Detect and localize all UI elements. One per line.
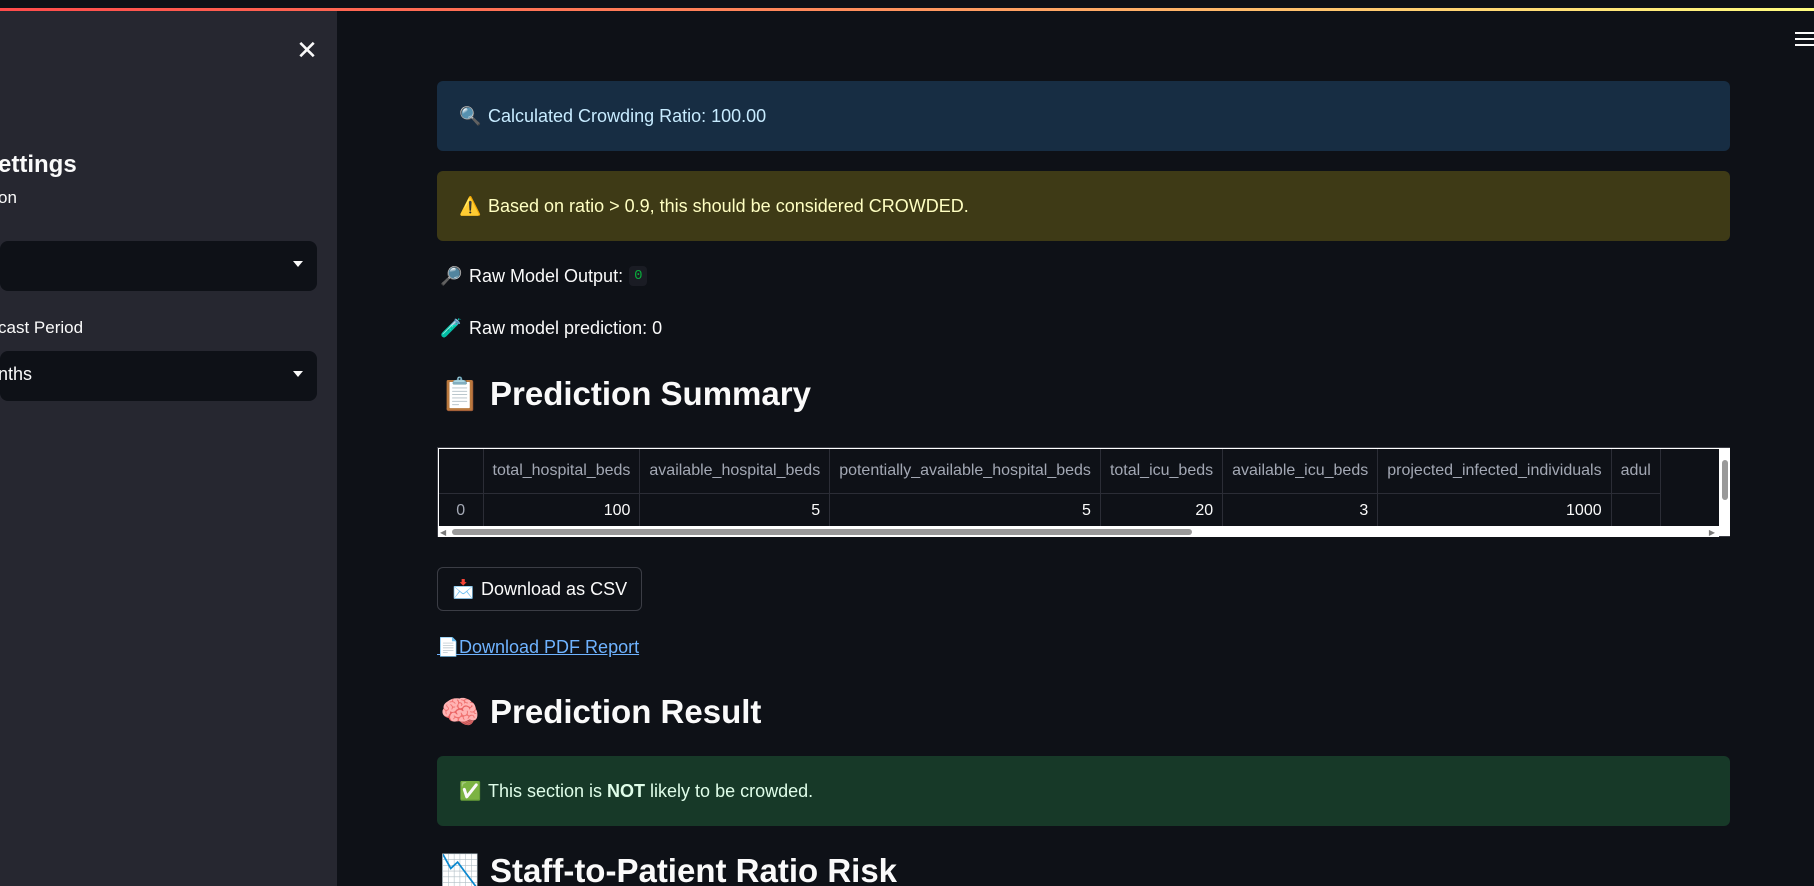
scroll-right-icon[interactable]: ▶: [1709, 528, 1715, 537]
table-row: 0 100 5 5 20 3 1000: [439, 493, 1661, 526]
raw-model-output: 🔎 Raw Model Output: 0: [440, 265, 648, 287]
horizontal-scroll-thumb[interactable]: [452, 529, 1192, 535]
table-header[interactable]: available_hospital_beds: [639, 449, 831, 494]
field2-value: nths: [0, 364, 33, 384]
chevron-down-icon: [293, 261, 303, 267]
forecast-period-select[interactable]: nths: [0, 351, 317, 401]
success-emphasis: NOT: [607, 780, 646, 801]
scroll-left-icon[interactable]: ◀: [440, 528, 446, 537]
success-suffix: likely to be crowded.: [645, 780, 814, 801]
staff-ratio-heading: 📉 Staff-to-Patient Ratio Risk: [440, 852, 897, 886]
success-prefix: This section is: [488, 780, 608, 801]
download-csv-button[interactable]: 📩 Download as CSV: [437, 567, 643, 611]
raw-output-value: 0: [629, 266, 648, 286]
chart-decreasing-icon: 📉: [440, 853, 480, 886]
success-alert-text: This section is NOT likely to be crowded…: [488, 781, 813, 802]
download-pdf-link[interactable]: 📄 Download PDF Report: [437, 636, 639, 658]
table-header[interactable]: total_icu_beds: [1100, 449, 1224, 494]
table-cell[interactable]: 20: [1100, 493, 1224, 526]
table-cell[interactable]: 100: [483, 493, 641, 526]
horizontal-scrollbar[interactable]: ◀ ▶: [438, 527, 1719, 537]
warning-icon: ⚠️: [459, 196, 482, 216]
table-cell-index[interactable]: 0: [439, 493, 484, 526]
vertical-scrollbar[interactable]: [1720, 448, 1730, 536]
close-sidebar-icon[interactable]: ✕: [296, 37, 318, 63]
chevron-down-icon: [293, 371, 303, 377]
download-pdf-label: Download PDF Report: [459, 636, 640, 657]
data-table: total_hospital_beds available_hospital_b…: [439, 449, 1661, 526]
table-header-index[interactable]: [439, 449, 484, 494]
table-cell[interactable]: 5: [829, 493, 1101, 526]
prediction-summary-title: Prediction Summary: [490, 375, 811, 412]
top-decoration-mask: [0, 0, 1814, 8]
document-icon: 📄: [437, 637, 460, 657]
check-icon: ✅: [459, 781, 482, 801]
table-header[interactable]: projected_infected_individuals: [1377, 449, 1612, 494]
not-crowded-success-alert: ✅ This section is NOT likely to be crowd…: [437, 756, 1730, 826]
sidebar-heading: ettings: [0, 151, 77, 178]
vertical-scroll-thumb[interactable]: [1722, 460, 1728, 500]
clipboard-icon: 📋: [440, 376, 480, 412]
prediction-result-heading: 🧠 Prediction Result: [440, 693, 761, 731]
sidebar: ✕ ettings on cast Period nths: [0, 11, 337, 886]
raw-output-label: Raw Model Output:: [469, 265, 624, 286]
prediction-summary-heading: 📋 Prediction Summary: [440, 375, 811, 413]
download-csv-label: Download as CSV: [481, 578, 628, 599]
main-menu-icon[interactable]: [1795, 32, 1814, 46]
table-header[interactable]: total_hospital_beds: [483, 449, 641, 494]
staff-ratio-title: Staff-to-Patient Ratio Risk: [490, 852, 898, 886]
table-header[interactable]: available_icu_beds: [1222, 449, 1379, 494]
table-cell[interactable]: 3: [1222, 493, 1379, 526]
warning-alert-text: Based on ratio > 0.9, this should be con…: [488, 195, 969, 216]
prediction-summary-table[interactable]: total_hospital_beds available_hospital_b…: [437, 447, 1730, 537]
magnifier-icon: 🔍: [459, 106, 482, 126]
test-tube-icon: 🧪: [440, 318, 463, 338]
table-header-row: total_hospital_beds available_hospital_b…: [439, 449, 1661, 494]
table-header[interactable]: potentially_available_hospital_beds: [829, 449, 1101, 494]
raw-model-prediction: 🧪 Raw model prediction: 0: [440, 317, 662, 339]
crowded-warning-alert: ⚠️ Based on ratio > 0.9, this should be …: [437, 171, 1730, 241]
table-cell[interactable]: 5: [639, 493, 831, 526]
inbox-icon: 📩: [452, 579, 475, 599]
info-alert-text: Calculated Crowding Ratio: 100.00: [488, 105, 767, 126]
crowding-ratio-info-alert: 🔍 Calculated Crowding Ratio: 100.00: [437, 81, 1730, 151]
table-viewport: total_hospital_beds available_hospital_b…: [439, 449, 1719, 526]
raw-prediction-text: Raw model prediction: 0: [469, 317, 663, 338]
brain-icon: 🧠: [440, 694, 480, 730]
table-header[interactable]: adul: [1611, 449, 1661, 494]
table-cell[interactable]: 1000: [1377, 493, 1612, 526]
magnifier-right-icon: 🔎: [440, 266, 463, 286]
prediction-result-title: Prediction Result: [490, 693, 762, 730]
table-cell[interactable]: [1611, 493, 1661, 526]
field1-label: on: [0, 188, 17, 207]
field2-label: cast Period: [0, 318, 84, 337]
field1-select[interactable]: [0, 241, 317, 291]
